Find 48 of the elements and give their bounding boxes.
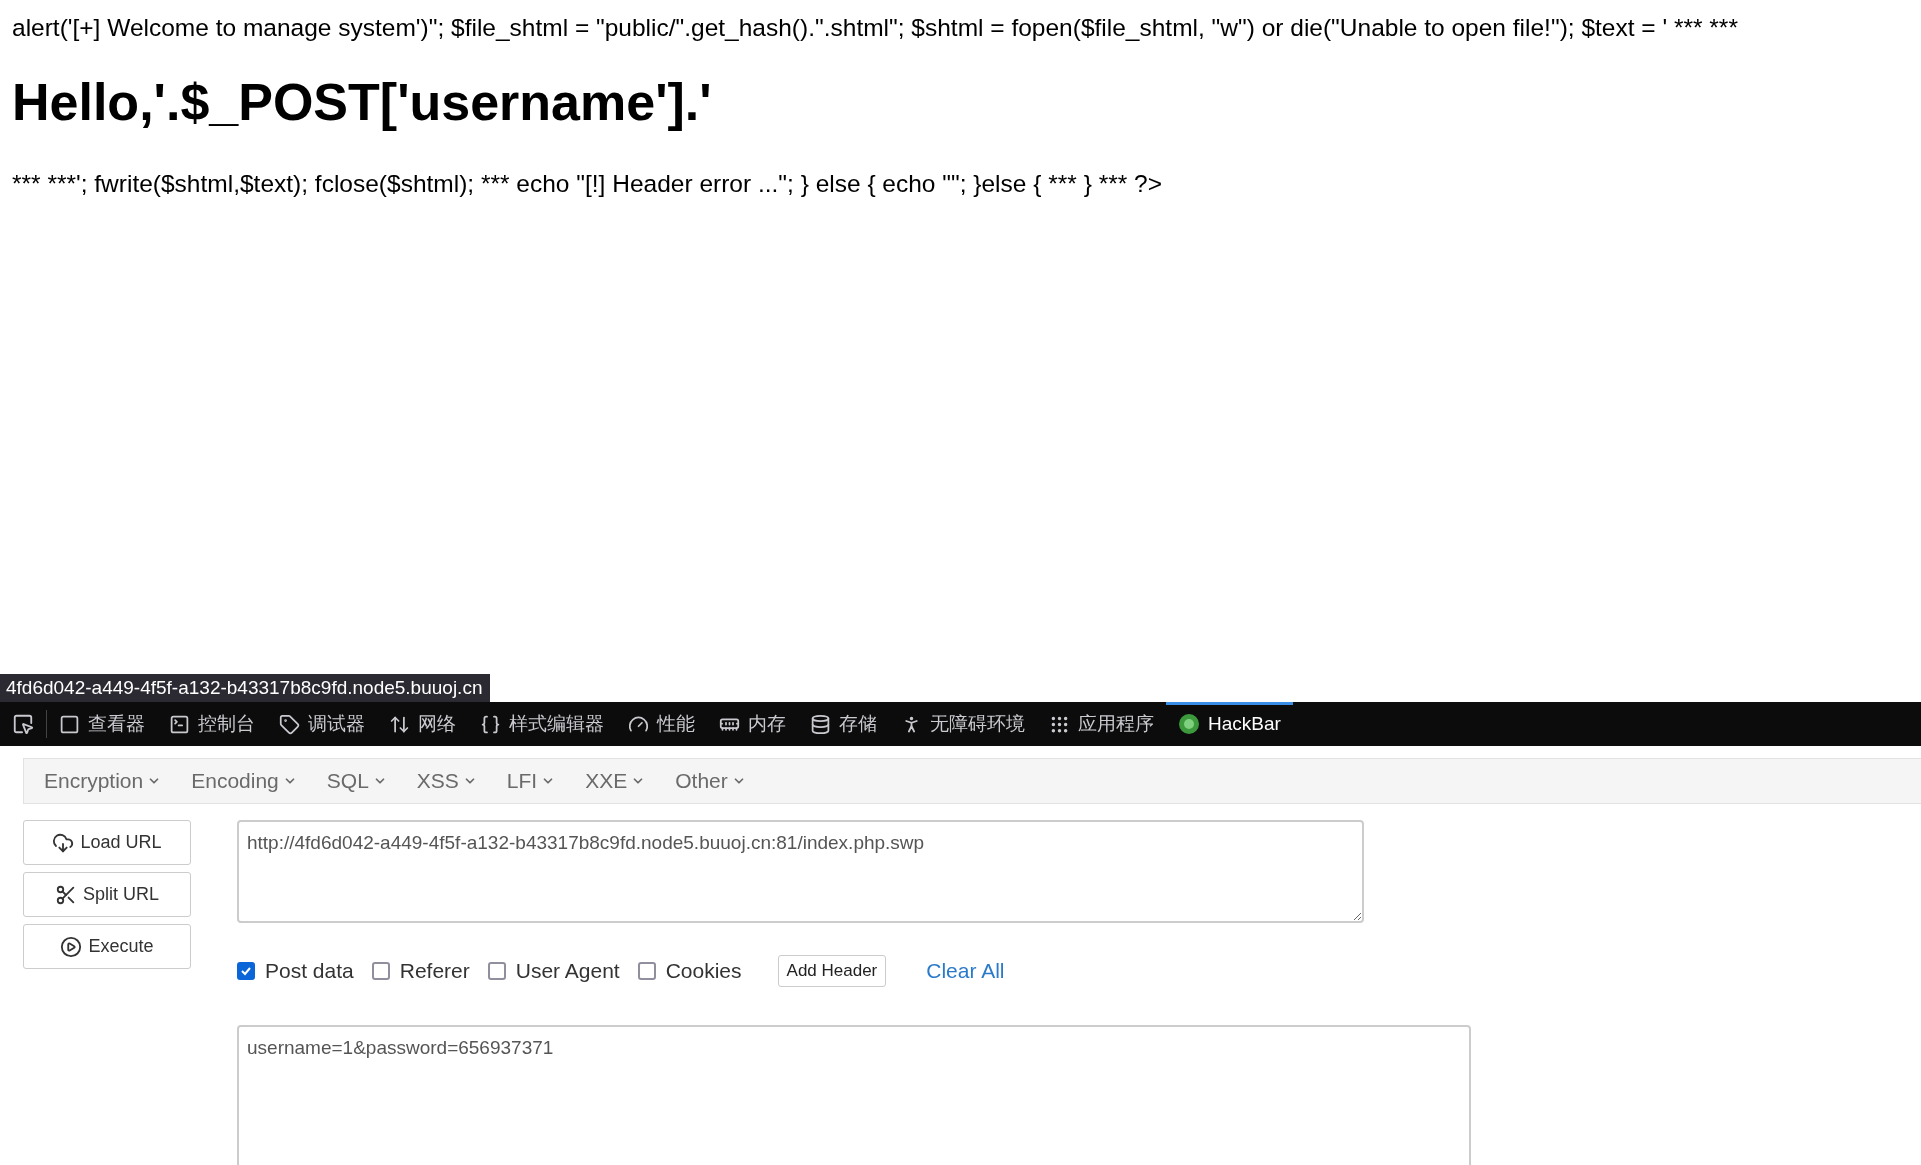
scissors-icon <box>55 883 77 906</box>
action-button[interactable]: Split URL <box>23 872 191 917</box>
play-icon <box>60 935 83 958</box>
check-icon <box>240 965 252 977</box>
dropdown-menu[interactable]: LFI <box>494 769 568 793</box>
dropdown-menu[interactable]: XXE <box>573 769 658 793</box>
dropdown-menu[interactable]: SQL <box>314 769 399 793</box>
devtools-tab[interactable]: 控制台 <box>157 702 267 746</box>
dropdown-menu[interactable]: Encryption <box>32 769 174 793</box>
option-checkbox[interactable]: User Agent <box>487 959 620 983</box>
checkbox[interactable] <box>371 962 390 980</box>
devtools-tab[interactable]: 网络 <box>377 702 468 746</box>
action-button[interactable]: Execute <box>23 924 191 969</box>
option-checkbox[interactable]: Referer <box>371 959 470 983</box>
devtools-tab[interactable]: 内存 <box>707 702 798 746</box>
dropdown-menu[interactable]: XSS <box>404 769 489 793</box>
devtools-tab[interactable]: 应用程序 <box>1037 702 1166 746</box>
devtools-tab[interactable]: 查看器 <box>47 702 157 746</box>
devtools-tab[interactable]: 调试器 <box>267 702 377 746</box>
storage-icon <box>810 713 831 735</box>
braces-icon <box>480 713 501 735</box>
element-picker-icon[interactable] <box>12 713 34 735</box>
status-url: 4fd6d042-a449-4f5f-a132-b43317b8c9fd.node5.buuoj.cn <box>0 674 491 702</box>
devtools-tab[interactable]: 存储 <box>798 702 889 746</box>
devtools-tab[interactable]: 性能 <box>616 702 707 746</box>
post-data-field[interactable]: username=1&password=656937371 <box>237 1025 1471 1165</box>
devtools-tab[interactable]: 样式编辑器 <box>468 702 616 746</box>
add-header-button[interactable]: Add Header <box>777 955 887 987</box>
dropdown-menu[interactable]: Other <box>663 769 758 793</box>
checkbox[interactable] <box>487 962 506 980</box>
page-heading: Hello,'.$_POST['username'].' <box>12 72 713 132</box>
code-text: alert('[+] Welcome to manage system')"; $file_shtml = "public/".get_hash().".shtml"; $shtml = fopen($file_shtml, "w") or die("Unable to open file!"); $text = ' *** *** <box>12 14 1739 42</box>
clear-all-link[interactable]: Clear All <box>926 959 1005 983</box>
devtools-tab[interactable]: 无障碍环境 <box>889 702 1037 746</box>
option-checkbox[interactable]: Cookies <box>637 959 742 983</box>
terminal-icon <box>169 713 190 735</box>
dropdown-menu[interactable]: Encoding <box>179 769 309 793</box>
tag-icon <box>279 713 300 735</box>
url-field[interactable]: http://4fd6d042-a449-4f5f-a132-b43317b8c9fd.node5.buuoj.cn:81/index.php.swp <box>237 820 1364 923</box>
globe-icon <box>1178 713 1200 735</box>
square-icon <box>59 713 80 735</box>
checkbox[interactable] <box>237 962 255 980</box>
option-checkbox[interactable]: Post data <box>237 959 354 983</box>
devtools-tab[interactable]: HackBar <box>1166 702 1293 746</box>
cloud-download-icon <box>52 831 75 854</box>
checkbox[interactable] <box>637 962 656 980</box>
action-button[interactable]: Load URL <box>23 820 191 865</box>
code-text: *** ***'; fwrite($shtml,$text); fclose($shtml); *** echo "[!] Header error ..."; } else { echo ""; }else { *** } *** ?> <box>12 170 1163 198</box>
